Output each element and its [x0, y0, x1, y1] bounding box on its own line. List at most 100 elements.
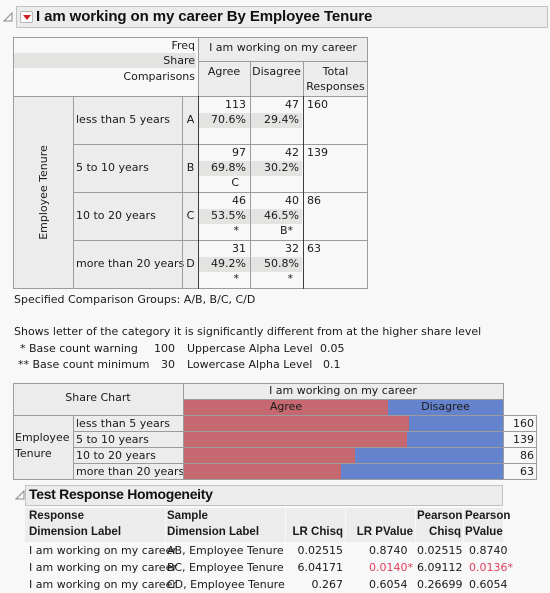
row-letter: A: [186, 113, 195, 126]
homogeneity-cell-p-chisq: 6.09112: [417, 561, 463, 574]
share-bar-agree: [184, 416, 409, 431]
total-responses: 86: [307, 194, 321, 207]
homogeneity-title-bar[interactable]: Test Response Homogeneity: [25, 485, 503, 506]
agree-comparison: *: [233, 272, 240, 285]
homogeneity-cell-lr-chisq: 0.02515: [297, 544, 344, 557]
homogeneity-header: Dimension Label: [29, 526, 122, 538]
homogeneity-cell-p-p: 0.8740: [469, 544, 508, 557]
homogeneity-cell-lr-p: 0.8740: [369, 544, 408, 557]
homogeneity-header: PValue: [465, 526, 503, 538]
share-chart-row-label: less than 5 years: [76, 417, 171, 430]
share-chart-total: 86: [504, 449, 534, 462]
legend-disagree-label: Disagree: [421, 400, 470, 413]
disagree-share: 29.4%: [264, 113, 299, 126]
total-responses: 63: [307, 242, 321, 255]
homogeneity-cell-lr-p: 0.0140*: [369, 561, 413, 574]
disagree-freq: 42: [285, 146, 299, 159]
lower-alpha-label: Lowercase Alpha Level: [187, 358, 313, 371]
homogeneity-cell-response: I am working on my career: [29, 578, 177, 591]
red-triangle-menu-icon[interactable]: [20, 11, 33, 23]
base-min-value: 30: [161, 358, 175, 371]
homogeneity-header: LR PValue: [356, 526, 413, 538]
homogeneity-cell-lr-chisq: 0.267: [311, 578, 344, 591]
lower-alpha-value: 0.1: [323, 358, 341, 371]
share-bar-disagree: [409, 416, 503, 431]
homogeneity-cell-p-chisq: 0.26699: [417, 578, 463, 591]
homogeneity-header: Pearson: [465, 510, 511, 522]
stat-label-comparisons: Comparisons: [123, 70, 195, 83]
agree-freq: 31: [232, 242, 246, 255]
group-label-employee-tenure: Employee Tenure: [36, 145, 50, 240]
report-title-bar[interactable]: I am working on my career By Employee Te…: [16, 6, 548, 28]
agree-share: 49.2%: [211, 257, 246, 270]
disagree-freq: 40: [285, 194, 299, 207]
homogeneity-cell-response: I am working on my career: [29, 544, 177, 557]
share-bar-disagree: [341, 464, 503, 479]
homogeneity-header: Chisq: [429, 526, 461, 538]
report-title: I am working on my career By Employee Te…: [36, 8, 373, 25]
stat-label-freq: Freq: [171, 39, 195, 52]
disagree-freq: 32: [285, 242, 299, 255]
agree-freq: 97: [232, 146, 246, 159]
homogeneity-header: Pearson: [417, 510, 463, 522]
share-bar-agree: [184, 464, 341, 479]
stat-label-share: Share: [163, 54, 195, 67]
agree-comparison: C: [231, 176, 239, 189]
total-responses: 160: [307, 98, 328, 111]
share-chart-row-label: 10 to 20 years: [76, 449, 156, 462]
homogeneity-title: Test Response Homogeneity: [29, 486, 213, 502]
share-chart-row-label: more than 20 years: [76, 465, 185, 478]
agree-freq: 46: [232, 194, 246, 207]
homogeneity-cell-lr-p: 0.6054: [369, 578, 408, 591]
header-separator: [345, 508, 346, 542]
col-header-agree: Agree: [207, 65, 241, 78]
response-title: I am working on my career: [209, 41, 357, 54]
agree-freq: 113: [225, 98, 246, 111]
base-warning-label: * Base count warning: [20, 342, 138, 355]
agree-share: 70.6%: [211, 113, 246, 126]
upper-alpha-label: Uppercase Alpha Level: [187, 342, 313, 355]
share-chart-total: 63: [504, 465, 534, 478]
disagree-share: 50.8%: [264, 257, 299, 270]
comparison-groups-note: Specified Comparison Groups: A/B, B/C, C…: [14, 293, 256, 306]
outline-collapse-icon-homogeneity[interactable]: [15, 490, 25, 500]
homogeneity-header: Sample: [167, 510, 208, 522]
share-bar-agree: [184, 432, 407, 447]
share-chart-total: 160: [504, 417, 534, 430]
row-letter: C: [186, 209, 195, 222]
homogeneity-header: LR Chisq: [292, 526, 343, 538]
agree-share: 53.5%: [211, 209, 246, 222]
row-label: more than 20 years: [76, 257, 185, 270]
share-bar-disagree: [355, 448, 503, 463]
shows-letter-note: Shows letter of the category it is signi…: [14, 325, 482, 338]
row-label: 5 to 10 years: [76, 161, 149, 174]
col-header-total-line2: Responses: [306, 80, 365, 93]
col-header-total: Total: [322, 65, 349, 78]
header-separator: [415, 508, 416, 542]
homogeneity-cell-p-p: 0.6054: [469, 578, 508, 591]
row-letter: B: [186, 161, 195, 174]
legend-agree-label: Agree: [269, 400, 303, 413]
share-chart-response-title: I am working on my career: [269, 384, 417, 397]
share-bar-agree: [184, 448, 355, 463]
share-bar-disagree: [407, 432, 503, 447]
row-letter: D: [186, 257, 195, 270]
disagree-share: 46.5%: [264, 209, 299, 222]
share-chart: Share Chart I am working on my career Ag…: [13, 383, 537, 480]
disagree-freq: 47: [285, 98, 299, 111]
disagree-share: 30.2%: [264, 161, 299, 174]
share-chart-group-label-line2: Tenure: [15, 447, 52, 460]
share-chart-group-label-line1: Employee: [15, 431, 70, 444]
homogeneity-cell-sample: BC, Employee Tenure: [167, 561, 284, 574]
row-label: 10 to 20 years: [76, 209, 156, 222]
outline-collapse-icon[interactable]: [3, 12, 13, 22]
disagree-comparison: B*: [279, 224, 293, 237]
header-separator: [165, 508, 166, 542]
share-chart-row-label: 5 to 10 years: [76, 433, 149, 446]
crosstab-table: Freq Share Comparisons I am working on m…: [13, 37, 368, 289]
upper-alpha-value: 0.05: [320, 342, 345, 355]
homogeneity-cell-lr-chisq: 6.04171: [297, 561, 344, 574]
agree-comparison: *: [233, 224, 240, 237]
base-min-label: ** Base count minimum: [18, 358, 150, 371]
group-label-container: Employee Tenure: [13, 96, 73, 289]
